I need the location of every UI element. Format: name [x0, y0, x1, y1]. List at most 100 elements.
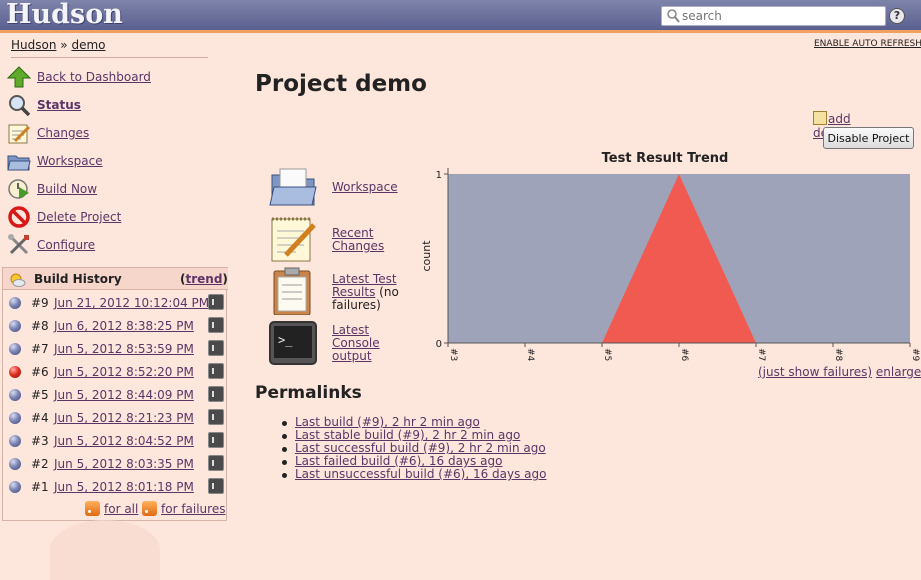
console-output-icon[interactable]: [208, 386, 224, 402]
sidebar-item-workspace[interactable]: Workspace: [7, 149, 217, 173]
clock-build-icon: [8, 179, 29, 199]
search-box[interactable]: [661, 6, 886, 26]
folder-icon: [7, 155, 31, 171]
build-history-header: Build History (trend): [3, 267, 228, 290]
build-status-ball-icon: [9, 320, 21, 332]
chart-x-tick-label: #4: [525, 348, 535, 362]
permalink-link[interactable]: Last failed build (#6), 16 days ago: [295, 454, 502, 468]
latest-test-results-text: Latest Test Results (no failures): [332, 273, 422, 312]
just-show-failures-link[interactable]: (just show failures): [758, 365, 872, 379]
sidebar-item-status[interactable]: Status: [7, 93, 217, 117]
permalink-link[interactable]: Last successful build (#9), 2 hr 2 min a…: [295, 441, 546, 455]
sidebar-item-label[interactable]: Workspace: [37, 154, 103, 168]
breadcrumb-hudson[interactable]: Hudson: [11, 38, 56, 52]
console-output-icon[interactable]: [208, 317, 224, 333]
build-row: #4 Jun 5, 2012 8:21:23 PM: [3, 406, 228, 429]
up-arrow-icon: [7, 66, 31, 88]
chart-plot-area: 0 1 #3 #4 #5 #6 #7 #8 #9: [436, 168, 920, 362]
rss-icon[interactable]: [142, 501, 157, 516]
build-date-link[interactable]: Jun 5, 2012 8:01:18 PM: [54, 480, 194, 494]
enlarge-link[interactable]: enlarge: [876, 365, 921, 379]
breadcrumb-demo[interactable]: demo: [71, 38, 105, 52]
build-row: #7 Jun 5, 2012 8:53:59 PM: [3, 337, 228, 360]
build-number: #5: [31, 388, 49, 402]
help-icon[interactable]: ?: [889, 8, 905, 24]
edit-icon: [813, 111, 827, 125]
workspace-link[interactable]: Workspace: [332, 181, 412, 194]
permalink-link[interactable]: Last build (#9), 2 hr 2 min ago: [295, 415, 480, 429]
sidebar-item-back-to-dashboard[interactable]: Back to Dashboard: [7, 65, 217, 89]
build-row: #6 Jun 5, 2012 8:52:20 PM: [3, 360, 228, 383]
build-row: #2 Jun 5, 2012 8:03:35 PM: [3, 452, 228, 475]
sidebar-item-label[interactable]: Changes: [37, 126, 89, 140]
notepad-icon: [8, 124, 31, 144]
sidebar-item-label[interactable]: Configure: [37, 238, 95, 252]
build-date-link[interactable]: Jun 5, 2012 8:44:09 PM: [54, 388, 194, 402]
build-date-link[interactable]: Jun 5, 2012 8:53:59 PM: [54, 342, 194, 356]
console-output-icon[interactable]: [208, 455, 224, 471]
breadcrumb: Hudson » demo: [11, 38, 105, 52]
sidebar-item-changes[interactable]: Changes: [7, 121, 217, 145]
console-output-icon[interactable]: [208, 294, 224, 310]
rss-icon[interactable]: [85, 501, 100, 516]
build-status-ball-icon: [9, 343, 21, 355]
build-date-link[interactable]: Jun 5, 2012 8:21:23 PM: [54, 411, 194, 425]
permalink-link[interactable]: Last unsuccessful build (#6), 16 days ag…: [295, 467, 546, 481]
rss-for-failures-link[interactable]: for failures: [161, 502, 225, 516]
permalinks-title: Permalinks: [255, 383, 362, 403]
permalink-link[interactable]: Last stable build (#9), 2 hr 2 min ago: [295, 428, 520, 442]
build-date-link[interactable]: Jun 6, 2012 8:38:25 PM: [54, 319, 194, 333]
chart-ylabel: count: [420, 240, 433, 272]
build-date-link[interactable]: Jun 5, 2012 8:52:20 PM: [54, 365, 194, 379]
build-date-link[interactable]: Jun 21, 2012 10:12:04 PM: [54, 296, 209, 310]
enable-auto-refresh-link[interactable]: ENABLE AUTO REFRESH: [814, 39, 921, 49]
build-status-ball-icon: [9, 481, 21, 493]
build-history-panel: Build History (trend) #9 Jun 21, 2012 10:…: [2, 267, 228, 521]
permalinks-list: Last build (#9), 2 hr 2 min ago Last stab…: [278, 416, 546, 481]
sidebar-item-label[interactable]: Delete Project: [37, 210, 121, 224]
sidebar-item-label[interactable]: Status: [37, 98, 81, 112]
build-number: #4: [31, 411, 49, 425]
console-output-icon[interactable]: [208, 340, 224, 356]
build-number: #8: [31, 319, 49, 333]
build-status-ball-icon: [9, 458, 21, 470]
search-input[interactable]: [682, 8, 882, 24]
build-status-ball-icon: [9, 412, 21, 424]
build-date-link[interactable]: Jun 5, 2012 8:04:52 PM: [54, 434, 194, 448]
hudson-watermark: [50, 520, 160, 580]
sidebar-item-build-now[interactable]: Build Now: [7, 177, 217, 201]
clipboard-icon: [273, 267, 311, 315]
sidebar-item-label[interactable]: Build Now: [37, 182, 97, 196]
sidebar-item-label[interactable]: Back to Dashboard: [37, 70, 151, 84]
chart-y-tick-label: 0: [436, 339, 442, 350]
trend-link-wrapper: (trend): [180, 272, 228, 286]
test-result-trend-chart[interactable]: Test Result Trend count 0 1 #3 #4 #5 #6 #7 #8 #9: [410, 145, 921, 365]
console-output-icon[interactable]: [208, 363, 224, 379]
no-entry-icon: [8, 206, 30, 228]
chart-x-tick-label: #3: [448, 348, 458, 361]
rss-for-all-link[interactable]: for all: [104, 502, 138, 516]
console-output-icon[interactable]: [208, 432, 224, 448]
chart-x-tick-label: #5: [602, 348, 612, 361]
console-output-icon[interactable]: [208, 409, 224, 425]
build-number: #9: [31, 296, 49, 310]
notepad-icon: [271, 217, 316, 262]
top-header: Hudson ?: [0, 0, 921, 33]
chart-x-tick-label: #6: [679, 348, 689, 362]
build-status-ball-icon: [9, 389, 21, 401]
sidebar-item-configure[interactable]: Configure: [7, 233, 217, 257]
build-status-ball-icon: [9, 297, 21, 309]
console-output-icon[interactable]: [208, 478, 224, 494]
sidebar-item-delete-project[interactable]: Delete Project: [7, 205, 217, 229]
breadcrumb-separator: »: [60, 38, 68, 52]
trend-link[interactable]: trend: [185, 272, 222, 286]
rss-row: for all for failures: [3, 499, 228, 519]
build-date-link[interactable]: Jun 5, 2012 8:03:35 PM: [54, 457, 194, 471]
recent-changes-link[interactable]: Recent Changes: [332, 227, 412, 253]
hudson-logo[interactable]: Hudson: [6, 0, 123, 30]
chart-y-tick-label: 1: [436, 170, 442, 181]
terminal-icon: >_: [269, 321, 317, 365]
latest-console-link[interactable]: Latest Console output: [332, 324, 412, 363]
build-number: #1: [31, 480, 49, 494]
build-row: #5 Jun 5, 2012 8:44:09 PM: [3, 383, 228, 406]
